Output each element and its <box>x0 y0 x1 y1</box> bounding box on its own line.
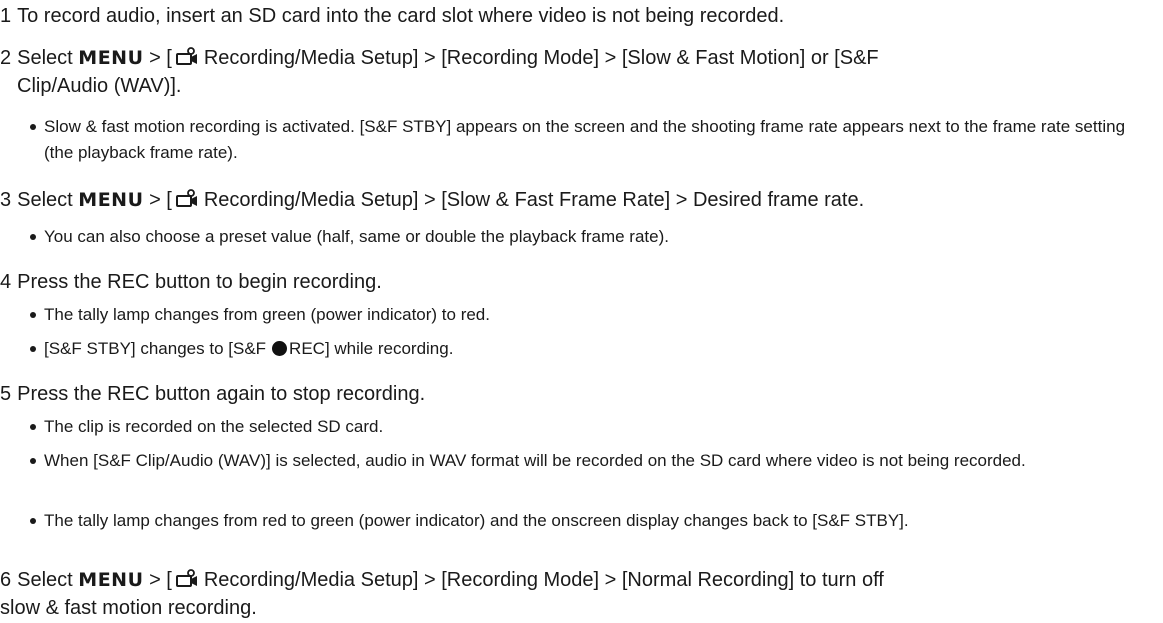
bullet-5-3: The tally lamp changes from red to green… <box>28 508 1138 534</box>
step-number: 3 <box>0 189 12 211</box>
step-number: 5 <box>0 383 12 405</box>
step-number: 6 <box>0 569 12 591</box>
step-6: 6 Select MENU > [ Recording/Media Setup] >… <box>0 566 1150 622</box>
step-separator: > [ <box>149 569 172 591</box>
bullet-text: You can also choose a preset value (half… <box>44 227 669 246</box>
step-select-word: Select <box>17 189 73 211</box>
step-text: Recording/Media Setup] > [Recording Mode… <box>203 47 879 69</box>
bullet-text: The tally lamp changes from green (power… <box>44 305 490 324</box>
step-text: Recording/Media Setup] > [Recording Mode… <box>203 569 884 591</box>
step-text-continued: slow & fast motion recording. <box>0 597 257 619</box>
bullet-text: The clip is recorded on the selected SD … <box>44 417 384 436</box>
step-4: 4 Press the REC button to begin recording… <box>0 268 1150 296</box>
step-5: 5 Press the REC button again to stop reco… <box>0 380 1150 408</box>
bullet-5-1: The clip is recorded on the selected SD … <box>28 414 1138 440</box>
step-number: 2 <box>0 47 12 69</box>
step-text: To record audio, insert an SD card into … <box>17 5 785 27</box>
bullet-2-1: Slow & fast motion recording is activate… <box>28 114 1138 166</box>
bullet-4-2: [S&F STBY] changes to [S&F REC] while rec… <box>28 336 1138 362</box>
bullet-text: [S&F STBY] changes to [S&F <box>44 339 267 358</box>
step-text-continued: Clip/Audio (WAV)]. <box>17 75 182 97</box>
instructions-page: 1 To record audio, insert an SD card into… <box>0 0 1163 623</box>
record-dot-icon <box>272 341 288 356</box>
step-text: Press the REC button to begin recording. <box>17 271 382 293</box>
step-1: 1 To record audio, insert an SD card into… <box>0 2 1150 30</box>
bullet-text: REC] while recording. <box>289 339 454 358</box>
camera-setup-icon <box>175 569 197 587</box>
bullet-5-2: When [S&F Clip/Audio (WAV)] is selected,… <box>28 448 1138 474</box>
bullet-4-1: The tally lamp changes from green (power… <box>28 302 1138 328</box>
step-select-word: Select <box>17 47 73 69</box>
camera-setup-icon <box>175 189 197 207</box>
step-separator: > [ <box>149 47 172 69</box>
step-text: Recording/Media Setup] > [Slow & Fast Fr… <box>203 189 865 211</box>
step-2: 2 Select MENU > [ Recording/Media Setup] >… <box>0 44 1150 100</box>
step-select-word: Select <box>17 569 73 591</box>
step-separator: > [ <box>149 189 172 211</box>
menu-label: MENU <box>78 47 144 69</box>
camera-setup-icon <box>175 47 197 65</box>
step-number: 4 <box>0 271 12 293</box>
step-text: Press the REC button again to stop recor… <box>17 383 426 405</box>
bullet-3-1: You can also choose a preset value (half… <box>28 224 1138 250</box>
menu-label: MENU <box>78 569 144 591</box>
step-3: 3 Select MENU > [ Recording/Media Setup] >… <box>0 186 1150 214</box>
bullet-text: When [S&F Clip/Audio (WAV)] is selected,… <box>44 451 1026 470</box>
step-number: 1 <box>0 5 12 27</box>
menu-label: MENU <box>78 189 144 211</box>
bullet-text: Slow & fast motion recording is activate… <box>44 117 1126 162</box>
bullet-text: The tally lamp changes from red to green… <box>44 511 909 530</box>
